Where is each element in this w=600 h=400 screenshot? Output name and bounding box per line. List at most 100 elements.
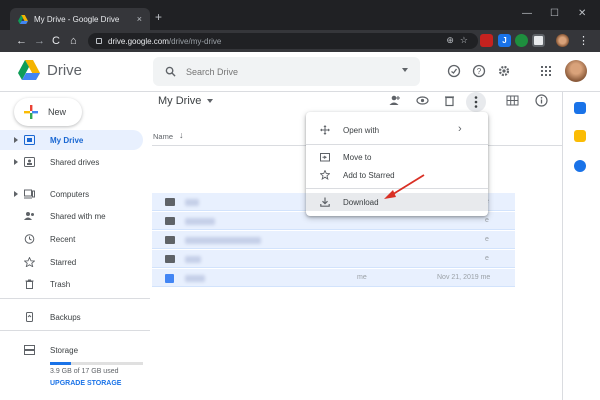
sidebar-divider	[0, 330, 150, 331]
window-close-icon[interactable]: ✕	[578, 8, 586, 19]
expand-arrow-icon[interactable]	[14, 137, 18, 143]
row-modified: e	[485, 236, 489, 243]
row-modified: e	[485, 217, 489, 224]
account-avatar[interactable]	[565, 60, 587, 82]
submenu-chevron-icon: ›	[458, 123, 462, 135]
folder-icon	[165, 217, 175, 225]
row-modified: Nov 21, 2019 me	[437, 274, 491, 281]
more-actions-button[interactable]	[466, 92, 486, 112]
grid-view-icon[interactable]	[506, 94, 519, 107]
sidebar-item-trash[interactable]: Trash	[0, 274, 143, 294]
drive-brand: Drive	[47, 62, 83, 79]
sidebar-item-label: Shared drives	[50, 157, 100, 167]
sort-arrow-icon[interactable]: ↓	[179, 130, 184, 140]
annotation-arrow-icon	[384, 174, 425, 199]
address-bar[interactable]: drive.google.com/drive/my-drive ⊕ ☆	[88, 33, 478, 49]
reload-icon[interactable]: C	[52, 34, 60, 48]
tasks-icon[interactable]	[574, 160, 586, 172]
storage-progress-fill	[50, 362, 72, 365]
tab-strip: My Drive - Google Drive × + — ☐ ✕	[0, 0, 600, 30]
menu-item-open-with[interactable]: Open with ›	[306, 121, 488, 139]
more-vertical-icon	[474, 96, 478, 108]
search-input[interactable]	[186, 66, 386, 77]
bookmark-star-icon[interactable]: ☆	[460, 35, 468, 46]
expand-arrow-icon[interactable]	[14, 159, 18, 165]
menu-item-move-to[interactable]: Move to	[306, 148, 488, 166]
drive-favicon	[18, 14, 28, 24]
blurred-filename	[185, 199, 199, 206]
sidebar-item-backups[interactable]: Backups	[0, 307, 143, 327]
offline-check-icon[interactable]	[447, 64, 461, 78]
tab-close-icon[interactable]: ×	[137, 14, 142, 24]
info-icon[interactable]	[535, 94, 548, 107]
backups-icon	[26, 312, 33, 322]
url-host: drive.google.com	[108, 36, 169, 46]
clock-icon	[24, 234, 35, 244]
trash-icon	[25, 279, 34, 289]
extension-box-icon[interactable]	[532, 34, 545, 47]
blurred-filename	[185, 275, 205, 282]
tab-title: My Drive - Google Drive	[34, 14, 120, 24]
search-options-icon[interactable]	[402, 68, 408, 72]
drive-header: Drive ?	[0, 52, 600, 92]
location-title[interactable]: My Drive	[158, 95, 214, 107]
profile-avatar-icon[interactable]	[556, 34, 569, 47]
table-row[interactable]: me Nov 21, 2019 me	[152, 269, 515, 287]
menu-item-label: Open with	[343, 125, 380, 135]
forward-icon[interactable]: →	[34, 34, 45, 48]
table-row[interactable]: e	[152, 231, 515, 249]
new-tab-icon[interactable]: +	[155, 11, 162, 23]
extension-red-icon[interactable]	[480, 34, 493, 47]
install-icon[interactable]: ⊕	[446, 35, 454, 46]
sidebar-item-storage[interactable]: Storage	[0, 340, 143, 360]
keep-icon[interactable]	[574, 130, 586, 142]
upgrade-storage-link[interactable]: UPGRADE STORAGE	[50, 380, 121, 387]
my-drive-icon	[24, 135, 35, 145]
preview-eye-icon[interactable]	[416, 94, 429, 107]
remove-trash-icon[interactable]	[443, 94, 456, 107]
settings-gear-icon[interactable]	[497, 64, 511, 78]
sidebar-item-shared-with-me[interactable]: Shared with me	[0, 206, 143, 226]
back-icon[interactable]: ←	[16, 34, 27, 48]
apps-grid-icon[interactable]	[539, 64, 553, 78]
expand-arrow-icon[interactable]	[14, 191, 18, 197]
sidebar-item-starred[interactable]: Starred	[0, 252, 143, 272]
menu-item-label: Download	[343, 197, 379, 207]
menu-divider	[306, 144, 488, 145]
spreadsheet-icon	[165, 274, 174, 283]
search-icon	[165, 66, 176, 77]
shared-drives-icon	[24, 157, 35, 167]
home-icon[interactable]: ⌂	[70, 34, 77, 48]
drive-page: Drive ?	[0, 52, 600, 400]
extension-green-icon[interactable]	[515, 34, 528, 47]
sidebar-item-my-drive[interactable]: My Drive	[0, 130, 143, 150]
sidebar: New My Drive Shared drives Computers Sha…	[0, 92, 152, 400]
storage-usage-text: 3.9 GB of 17 GB used	[50, 368, 119, 375]
chevron-down-icon[interactable]	[207, 99, 214, 103]
star-icon	[24, 257, 35, 267]
sidebar-item-shared-drives[interactable]: Shared drives	[0, 152, 143, 172]
folder-icon	[165, 255, 175, 263]
url-path: /drive/my-drive	[168, 36, 222, 46]
move-to-icon	[320, 153, 330, 162]
blurred-filename	[185, 218, 215, 225]
side-panel	[562, 92, 600, 400]
sidebar-item-label: Storage	[50, 345, 79, 355]
browser-tab[interactable]: My Drive - Google Drive ×	[10, 8, 150, 30]
maximize-icon[interactable]: ☐	[550, 8, 559, 19]
column-header-name[interactable]: Name	[153, 132, 173, 141]
help-icon[interactable]: ?	[472, 64, 486, 78]
blurred-filename	[185, 256, 201, 263]
sidebar-item-recent[interactable]: Recent	[0, 229, 143, 249]
shared-with-me-icon	[24, 212, 34, 220]
calendar-icon[interactable]	[574, 102, 586, 114]
folder-icon	[165, 236, 175, 244]
share-add-person-icon[interactable]	[388, 94, 401, 107]
new-button[interactable]: New	[14, 98, 82, 126]
extension-j-icon[interactable]: J	[498, 34, 511, 47]
table-row[interactable]: e	[152, 250, 515, 268]
search-box[interactable]	[153, 57, 420, 86]
browser-menu-icon[interactable]: ⋮	[578, 34, 589, 48]
minimize-icon[interactable]: —	[522, 8, 532, 19]
sidebar-item-computers[interactable]: Computers	[0, 184, 143, 204]
